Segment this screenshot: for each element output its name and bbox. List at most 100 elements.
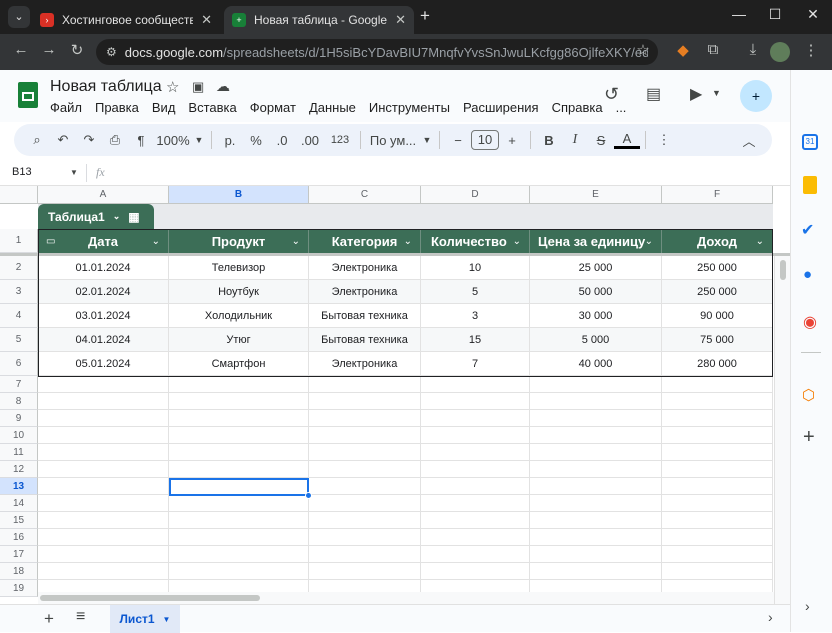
undo-icon[interactable]: ↶ xyxy=(50,132,76,148)
font-select[interactable]: По ум... xyxy=(366,133,420,148)
table-header-quantity[interactable]: Количество ⌄ xyxy=(421,229,530,253)
row-header[interactable]: 5 xyxy=(0,328,38,352)
cell-unit-price[interactable]: 40 000 xyxy=(530,352,662,376)
cell-category[interactable]: Электроника xyxy=(309,256,421,280)
row-header[interactable]: 2 xyxy=(0,256,38,280)
move-folder-icon[interactable]: ▣ xyxy=(192,79,204,95)
bookmark-star-icon[interactable]: ☆ xyxy=(632,41,654,59)
extensions-icon[interactable]: ⧉ xyxy=(702,41,724,58)
column-header-b[interactable]: B xyxy=(169,186,309,204)
row-header[interactable]: 15 xyxy=(0,512,38,529)
minimize-icon[interactable]: — xyxy=(724,6,754,22)
cell-date[interactable]: 02.01.2024 xyxy=(38,280,169,304)
row-header[interactable]: 1 xyxy=(0,229,38,253)
reload-icon[interactable]: ↻ xyxy=(66,41,88,59)
cell-unit-price[interactable]: 5 000 xyxy=(530,328,662,352)
share-button[interactable]: + xyxy=(740,80,772,112)
doc-title[interactable]: Новая таблица xyxy=(50,78,162,96)
table-name-chip[interactable]: Таблица1 ⌄ ▦ xyxy=(38,204,154,229)
menu-tools[interactable]: Инструменты xyxy=(369,100,450,115)
row-header[interactable]: 13 xyxy=(0,478,38,495)
row-header[interactable]: 6 xyxy=(0,352,38,376)
percent-format-button[interactable]: % xyxy=(243,133,269,148)
font-size-input[interactable]: 10 xyxy=(471,130,499,150)
cell-category[interactable]: Бытовая техника xyxy=(309,328,421,352)
cell-revenue[interactable]: 250 000 xyxy=(662,256,773,280)
star-icon[interactable]: ☆ xyxy=(166,78,179,96)
menu-file[interactable]: Файл xyxy=(50,100,82,115)
scroll-thumb[interactable] xyxy=(40,595,260,601)
row-header[interactable]: 4 xyxy=(0,304,38,328)
cell-revenue[interactable]: 280 000 xyxy=(662,352,773,376)
column-header-c[interactable]: C xyxy=(309,186,421,204)
menu-extensions[interactable]: Расширения xyxy=(463,100,539,115)
table-header-product[interactable]: Продукт ⌄ xyxy=(169,229,309,253)
browser-tab-hosting[interactable]: › Хостинговое сообщество «Tim ✕ xyxy=(32,6,220,34)
cell-quantity[interactable]: 15 xyxy=(421,328,530,352)
tab-search-button[interactable]: ⌄ xyxy=(8,6,30,28)
formula-input[interactable] xyxy=(118,165,778,181)
italic-button[interactable]: I xyxy=(562,132,588,148)
vertical-scrollbar[interactable] xyxy=(774,256,790,604)
name-box[interactable]: B13 xyxy=(12,166,32,178)
cell-product[interactable]: Телевизор xyxy=(169,256,309,280)
row-header[interactable]: 10 xyxy=(0,427,38,444)
column-header-a[interactable]: A xyxy=(38,186,169,204)
row-header[interactable]: 7 xyxy=(0,376,38,393)
column-header-f[interactable]: F xyxy=(662,186,773,204)
chevron-down-icon[interactable]: ⌄ xyxy=(645,236,653,247)
search-menus-icon[interactable]: ⌕ xyxy=(24,132,50,148)
add-sheet-button[interactable]: + xyxy=(44,609,54,629)
download-icon[interactable]: ⤓ xyxy=(742,41,764,58)
select-all-corner[interactable] xyxy=(0,186,38,204)
text-color-button[interactable]: A xyxy=(614,131,640,149)
menu-view[interactable]: Вид xyxy=(152,100,176,115)
cell-unit-price[interactable]: 30 000 xyxy=(530,304,662,328)
cell-category[interactable]: Бытовая техника xyxy=(309,304,421,328)
cell-quantity[interactable]: 3 xyxy=(421,304,530,328)
chevron-down-icon[interactable]: ▼ xyxy=(192,135,206,145)
table-header-date[interactable]: ▭ Дата ⌄ xyxy=(38,229,169,253)
row-header[interactable]: 16 xyxy=(0,529,38,546)
new-tab-button[interactable]: + xyxy=(420,6,430,26)
chevron-down-icon[interactable]: ⌄ xyxy=(113,211,121,222)
table-header-revenue[interactable]: Доход ⌄ xyxy=(662,229,773,253)
bold-button[interactable]: B xyxy=(536,133,562,148)
extension-fox-icon[interactable]: ◆ xyxy=(672,41,694,59)
paint-format-icon[interactable]: ¶ xyxy=(128,133,154,148)
maps-icon[interactable]: ◉ xyxy=(803,312,817,332)
all-sheets-menu-icon[interactable]: ≡ xyxy=(76,608,85,626)
contacts-icon[interactable]: ● xyxy=(803,266,812,283)
selected-cell[interactable] xyxy=(169,478,309,496)
row-header[interactable]: 14 xyxy=(0,495,38,512)
menu-insert[interactable]: Вставка xyxy=(188,100,236,115)
row-header[interactable]: 19 xyxy=(0,580,38,597)
calendar-icon[interactable]: 31 xyxy=(802,134,818,150)
expand-panel-icon[interactable]: › xyxy=(805,598,810,614)
cell-product[interactable]: Ноутбук xyxy=(169,280,309,304)
cell-product[interactable]: Утюг xyxy=(169,328,309,352)
scroll-thumb[interactable] xyxy=(779,260,786,280)
profile-avatar[interactable] xyxy=(770,42,790,62)
browser-tab-sheets[interactable]: + Новая таблица - Google Табли ✕ xyxy=(224,6,414,34)
cell-revenue[interactable]: 75 000 xyxy=(662,328,773,352)
chevron-down-icon[interactable]: ⌄ xyxy=(756,236,764,247)
row-header[interactable]: 3 xyxy=(0,280,38,304)
chevron-down-icon[interactable]: ▼ xyxy=(163,615,171,624)
row-header[interactable]: 18 xyxy=(0,563,38,580)
cell-unit-price[interactable]: 25 000 xyxy=(530,256,662,280)
table-settings-icon[interactable]: ▦ xyxy=(128,210,139,224)
chevron-down-icon[interactable]: ⌄ xyxy=(404,236,412,247)
chevron-down-icon[interactable]: ▼ xyxy=(712,88,721,98)
sheets-logo[interactable] xyxy=(18,82,38,108)
cell-date[interactable]: 04.01.2024 xyxy=(38,328,169,352)
chevron-down-icon[interactable]: ▼ xyxy=(70,168,78,177)
cell-product[interactable]: Холодильник xyxy=(169,304,309,328)
address-bar[interactable]: ⚙ docs.google.com/spreadsheets/d/1H5siBc… xyxy=(96,39,658,65)
horizontal-scrollbar[interactable] xyxy=(38,592,774,604)
cell-date[interactable]: 01.01.2024 xyxy=(38,256,169,280)
zoom-select[interactable]: 100% xyxy=(154,133,192,148)
cell-quantity[interactable]: 10 xyxy=(421,256,530,280)
cell-unit-price[interactable]: 50 000 xyxy=(530,280,662,304)
forward-icon[interactable]: → xyxy=(38,41,60,58)
